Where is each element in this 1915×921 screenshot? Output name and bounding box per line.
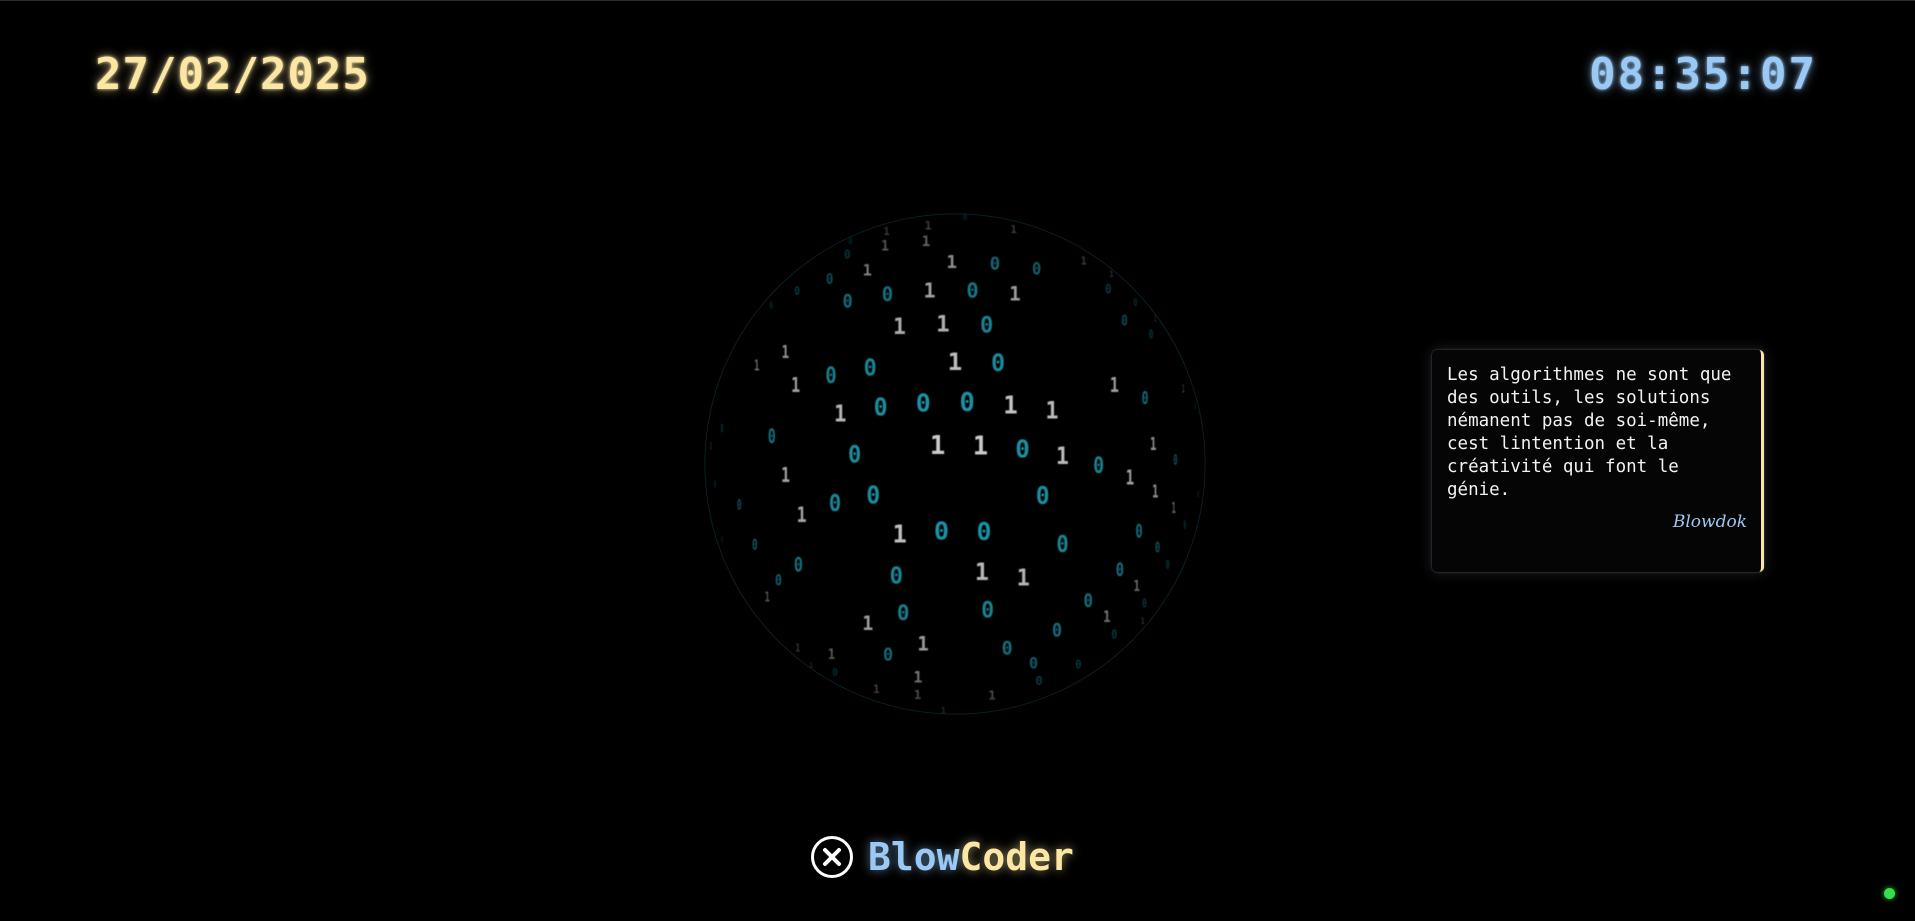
globe-shading bbox=[705, 214, 1205, 714]
status-indicator bbox=[1884, 888, 1895, 899]
binary-globe-svg: 1110100011100000101101011100001011000000… bbox=[704, 213, 1206, 715]
brand[interactable]: BlowCoder bbox=[810, 833, 1074, 881]
quote-text: Les algorithmes ne sont que des outils, … bbox=[1447, 365, 1732, 500]
brand-name-part2: Coder bbox=[959, 835, 1074, 879]
quote-card: Les algorithmes ne sont que des outils, … bbox=[1432, 350, 1764, 572]
quote-author: Blowdok bbox=[1672, 512, 1747, 532]
brand-name-part1: Blow bbox=[868, 835, 960, 879]
current-time: 08:35:07 bbox=[1589, 49, 1817, 100]
current-date: 27/02/2025 bbox=[95, 49, 370, 100]
binary-globe: 1110100011100000101101011100001011000000… bbox=[700, 209, 1210, 719]
circle-x-icon bbox=[811, 836, 853, 878]
brand-name: BlowCoder bbox=[868, 835, 1074, 879]
